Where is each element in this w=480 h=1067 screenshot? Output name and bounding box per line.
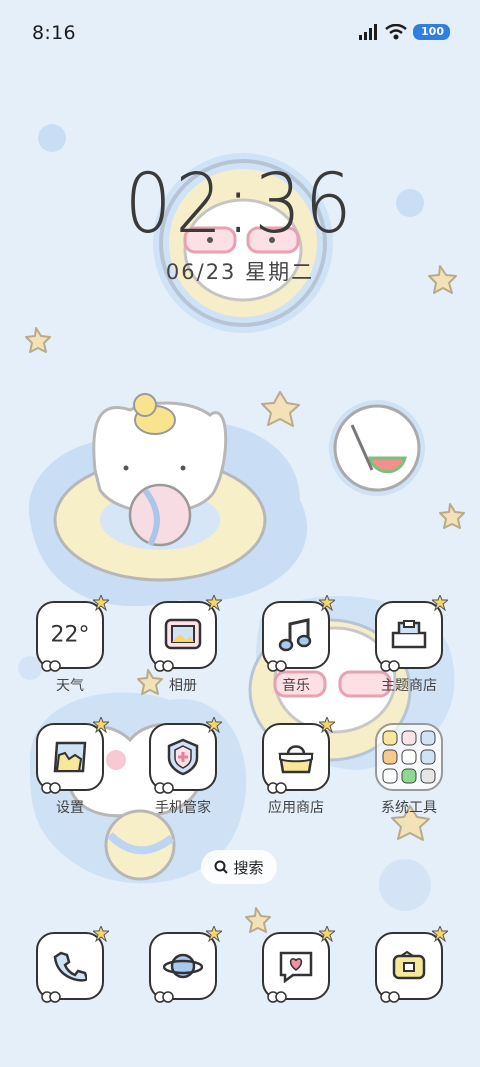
paws-icon: [267, 660, 287, 672]
weather-icon: 22°: [36, 595, 109, 672]
clock-time[interactable]: 02:36: [24, 160, 456, 250]
dock-browser[interactable]: [127, 926, 239, 1003]
app-weather[interactable]: 22° 天气: [14, 595, 126, 695]
wallet-icon: [375, 926, 448, 1003]
app-label: 系统工具: [381, 800, 437, 816]
phone-icon: [36, 926, 109, 1003]
star-badge-icon: [319, 926, 335, 942]
app-label: 音乐: [282, 678, 310, 694]
paws-icon: [41, 991, 61, 1003]
app-system-tools-folder[interactable]: 系统工具: [353, 723, 465, 817]
app-label: 手机管家: [155, 800, 211, 816]
star-badge-icon: [206, 717, 222, 733]
paws-icon: [380, 660, 400, 672]
paws-icon: [267, 991, 287, 1003]
paws-icon: [267, 782, 287, 794]
gallery-icon: [149, 595, 222, 672]
browser-icon: [149, 926, 222, 1003]
star-badge-icon: [93, 717, 109, 733]
app-theme-store[interactable]: 主题商店: [353, 595, 465, 695]
star-badge-icon: [432, 595, 448, 611]
search-icon: [214, 860, 229, 874]
paws-icon: [154, 991, 174, 1003]
status-bar: 8:16 100: [0, 0, 480, 64]
theme-store-icon: [375, 595, 448, 672]
app-label: 天气: [56, 678, 84, 694]
folder-icon: [375, 723, 443, 791]
clock-date[interactable]: 06/23 星期二: [0, 256, 480, 286]
star-badge-icon: [93, 595, 109, 611]
status-icons: 100: [359, 24, 450, 40]
dock-wallet[interactable]: [353, 926, 465, 1003]
app-label: 设置: [56, 800, 84, 816]
messages-icon: [262, 926, 335, 1003]
paws-icon: [380, 991, 400, 1003]
weather-temp: 22°: [50, 622, 90, 648]
star-badge-icon: [206, 595, 222, 611]
security-icon: [149, 717, 222, 794]
settings-icon: [36, 717, 109, 794]
app-security[interactable]: 手机管家: [127, 717, 239, 817]
search-button[interactable]: 搜索: [201, 850, 277, 884]
app-label: 相册: [169, 678, 197, 694]
app-gallery[interactable]: 相册: [127, 595, 239, 695]
app-settings[interactable]: 设置: [14, 717, 126, 817]
star-badge-icon: [206, 926, 222, 942]
music-icon: [262, 595, 335, 672]
wifi-icon: [385, 24, 407, 40]
paws-icon: [154, 660, 174, 672]
paws-icon: [41, 660, 61, 672]
star-badge-icon: [319, 717, 335, 733]
app-label: 主题商店: [381, 678, 437, 694]
star-badge-icon: [432, 926, 448, 942]
star-badge-icon: [319, 595, 335, 611]
app-music[interactable]: 音乐: [240, 595, 352, 695]
battery-indicator: 100: [413, 24, 450, 40]
app-store-icon: [262, 717, 335, 794]
dock-phone[interactable]: [14, 926, 126, 1003]
search-label: 搜索: [233, 858, 264, 877]
status-time: 8:16: [32, 22, 76, 44]
signal-icon: [359, 24, 378, 40]
star-badge-icon: [93, 926, 109, 942]
paws-icon: [41, 782, 61, 794]
dock-messages[interactable]: [240, 926, 352, 1003]
app-label: 应用商店: [268, 800, 324, 816]
app-app-store[interactable]: 应用商店: [240, 717, 352, 817]
paws-icon: [154, 782, 174, 794]
folder-grid: [381, 727, 438, 788]
